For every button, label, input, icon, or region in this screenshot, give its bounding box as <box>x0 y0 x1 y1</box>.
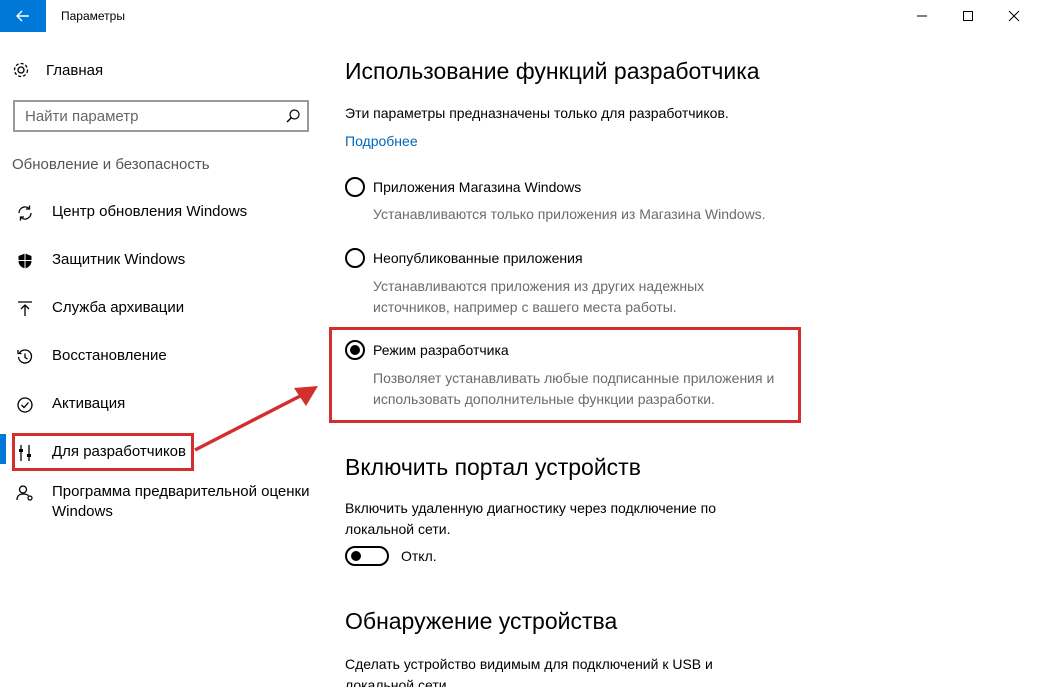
radio-label: Приложения Магазина Windows <box>373 179 582 195</box>
annotation-highlight-developers <box>12 433 194 471</box>
radio-store-apps[interactable]: Приложения Магазина Windows <box>345 177 581 197</box>
sidebar-item-label: Восстановление <box>52 347 167 364</box>
search-input[interactable] <box>15 102 277 130</box>
sidebar-item-insider[interactable]: Программа предварительной оценки Windows <box>0 482 322 522</box>
upload-icon <box>16 300 34 318</box>
portal-heading: Включить портал устройств <box>345 454 641 480</box>
page-title: Использование функций разработчика <box>345 58 760 84</box>
sidebar-item-label: Защитник Windows <box>52 251 186 268</box>
section-label: Обновление и безопасность <box>12 156 210 173</box>
sidebar-item-label: Программа предварительной оценки Windows <box>52 483 310 520</box>
close-button[interactable] <box>991 0 1037 32</box>
radio-developer-mode[interactable]: Режим разработчика <box>345 340 509 360</box>
gear-icon <box>12 61 30 79</box>
portal-toggle[interactable] <box>345 546 389 566</box>
portal-description: Включить удаленную диагностику через под… <box>345 500 716 537</box>
radio-description: Устанавливаются приложения из других над… <box>373 278 705 315</box>
annotation-arrow <box>194 386 318 452</box>
radio-button[interactable] <box>345 248 365 268</box>
minimize-button[interactable] <box>899 0 945 32</box>
sidebar-item-recovery[interactable]: Восстановление <box>0 346 322 366</box>
radio-description: Устанавливаются только приложения из Маг… <box>373 206 766 222</box>
sidebar-item-label: Служба архивации <box>52 299 185 316</box>
back-arrow-icon <box>16 10 29 22</box>
toggle-state-label: Откл. <box>401 548 437 564</box>
title-bar: Параметры <box>0 0 1039 32</box>
radio-label: Неопубликованные приложения <box>373 250 583 266</box>
search-box[interactable] <box>13 100 309 132</box>
more-link[interactable]: Подробнее <box>345 133 418 149</box>
sidebar-item-windows-update[interactable]: Центр обновления Windows <box>0 202 322 222</box>
nav-home-label: Главная <box>46 61 104 79</box>
radio-label: Режим разработчика <box>373 342 509 358</box>
close-icon <box>1008 10 1020 22</box>
radio-button-checked[interactable] <box>345 340 365 360</box>
toggle-knob <box>351 551 361 561</box>
check-circle-icon <box>16 396 34 414</box>
radio-sideload-apps[interactable]: Неопубликованные приложения <box>345 248 583 268</box>
maximize-icon <box>963 11 973 21</box>
minimize-icon <box>917 15 927 17</box>
search-icon[interactable] <box>285 108 301 124</box>
sidebar-item-backup[interactable]: Служба архивации <box>0 298 322 318</box>
history-icon <box>16 348 34 366</box>
sidebar-item-label: Центр обновления Windows <box>52 203 248 220</box>
radio-button[interactable] <box>345 177 365 197</box>
shield-icon <box>16 252 34 270</box>
sidebar: Главная Обновление и безопасность Центр … <box>0 32 322 687</box>
sync-icon <box>16 204 34 222</box>
maximize-button[interactable] <box>945 0 991 32</box>
radio-description: Позволяет устанавливать любые подписанны… <box>373 370 775 407</box>
discovery-description: Сделать устройство видимым для подключен… <box>345 656 713 687</box>
discovery-heading: Обнаружение устройства <box>345 608 618 634</box>
intro-text: Эти параметры предназначены только для р… <box>345 105 729 121</box>
sidebar-item-windows-defender[interactable]: Защитник Windows <box>0 250 322 270</box>
sidebar-item-label: Активация <box>52 395 126 412</box>
back-button[interactable] <box>0 0 46 32</box>
window-title: Параметры <box>61 9 125 23</box>
insider-icon <box>16 484 34 502</box>
nav-home[interactable]: Главная <box>12 58 103 82</box>
